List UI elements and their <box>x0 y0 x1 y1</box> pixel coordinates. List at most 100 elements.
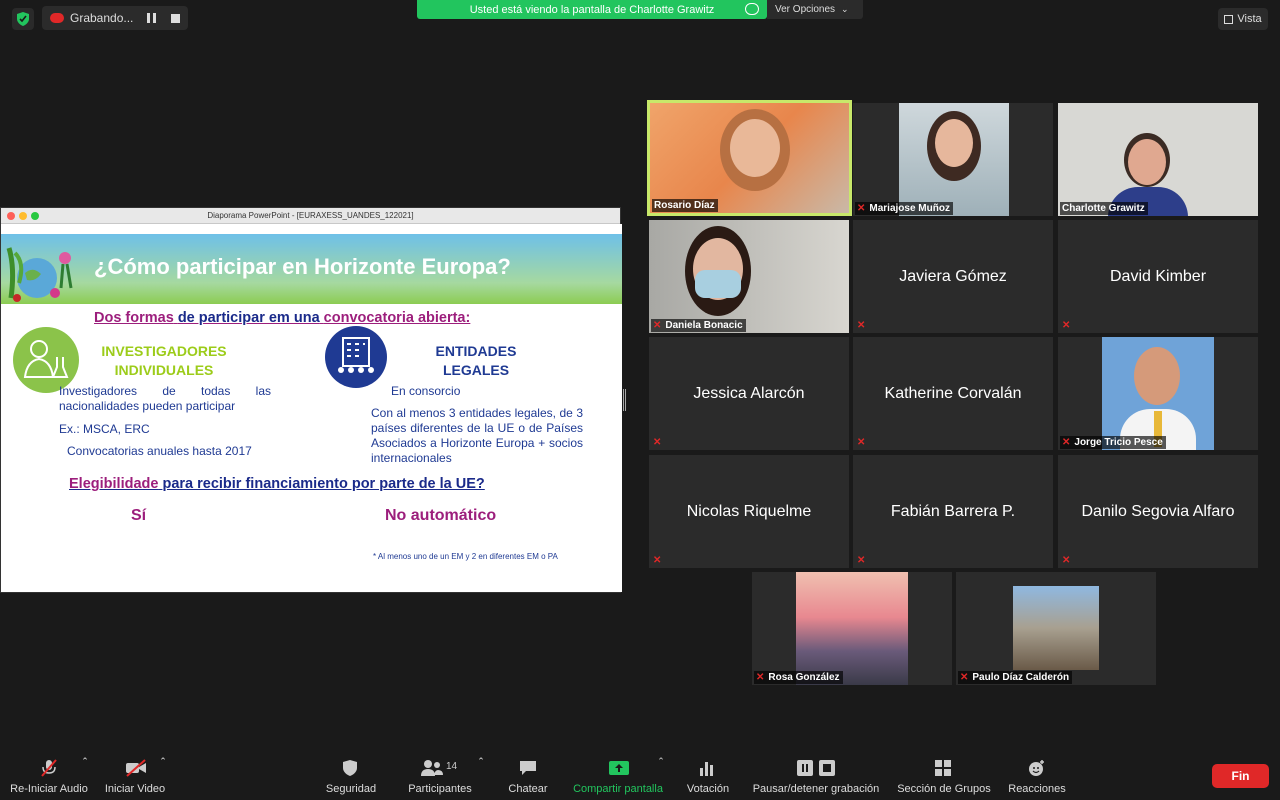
participant-name: Danilo Segovia Alfaro <box>1081 502 1235 520</box>
participant-tile-jorge[interactable]: ✕ Jorge Tricio Pesce <box>1058 337 1258 450</box>
cloud-upload-icon <box>745 3 759 15</box>
minimize-window-icon[interactable] <box>19 212 27 220</box>
participant-tile-rosa[interactable]: ✕ Rosa González <box>752 572 952 685</box>
participant-tile-david[interactable]: David Kimber ✕ <box>1058 220 1258 333</box>
slide-title: ¿Cómo participar en Horizonte Europa? <box>94 254 511 279</box>
pause-stop-icon <box>795 759 837 777</box>
grid-rooms-icon <box>934 759 954 777</box>
mic-muted-icon: ✕ <box>857 555 866 566</box>
mic-muted-icon: ✕ <box>653 437 662 448</box>
audio-options-caret[interactable]: ⌃ <box>80 752 90 772</box>
participant-name: Daniela Bonacic <box>665 320 743 331</box>
participant-label: ✕ Daniela Bonacic <box>651 319 746 332</box>
participants-count: 14 <box>446 761 458 772</box>
mic-muted-icon: ✕ <box>756 672 765 683</box>
participant-label: Charlotte Grawitz <box>1060 202 1148 215</box>
participants-button[interactable]: 14 Participantes <box>400 752 480 800</box>
share-label: Compartir pantalla <box>573 783 663 795</box>
maximize-window-icon[interactable] <box>31 212 39 220</box>
mic-muted-icon: ✕ <box>653 555 662 566</box>
end-meeting-button[interactable]: Fin <box>1212 764 1269 788</box>
slide-window-title: Diaporama PowerPoint - [EURAXESS_UANDES_… <box>207 211 414 220</box>
split-view-resize-handle[interactable] <box>623 389 626 411</box>
stop-recording-button[interactable] <box>171 13 180 23</box>
view-button[interactable]: Vista <box>1218 8 1268 30</box>
participant-tile-jessica[interactable]: Jessica Alarcón ✕ <box>649 337 849 450</box>
meeting-toolbar: Re-Iniciar Audio ⌃ Iniciar Video ⌃ Segur… <box>0 752 1280 800</box>
legal-entities-icon <box>325 326 387 388</box>
participant-video <box>1013 586 1099 670</box>
share-screen-icon <box>608 759 629 777</box>
reactions-label: Reacciones <box>1008 783 1066 795</box>
person-face <box>1128 139 1166 185</box>
poll-button[interactable]: Votación <box>680 752 736 800</box>
shield-icon <box>341 759 361 777</box>
participant-name: Rosa González <box>768 672 840 683</box>
powerpoint-titlebar: Diaporama PowerPoint - [EURAXESS_UANDES_… <box>1 208 620 224</box>
participant-tile-javiera[interactable]: Javiera Gómez ✕ <box>853 220 1053 333</box>
globe-plants-illustration <box>6 247 73 302</box>
participant-tile-nicolas[interactable]: Nicolas Riquelme ✕ <box>649 455 849 568</box>
participant-tile-mariajose[interactable]: ✕ Mariajose Muñoz <box>853 103 1053 216</box>
share-options-caret[interactable]: ⌃ <box>656 752 666 772</box>
smiley-plus-icon <box>1027 759 1047 777</box>
pause-recording-button[interactable] <box>147 13 157 23</box>
participant-name: Katherine Corvalán <box>884 384 1022 402</box>
screen-share-banner: Usted está viendo la pantalla de Charlot… <box>417 0 767 19</box>
person-face <box>730 119 780 177</box>
participant-tile-paulo[interactable]: ✕ Paulo Díaz Calderón <box>956 572 1156 685</box>
chat-bubble-icon <box>518 759 538 777</box>
eligibility-part-a: Elegibilidade <box>69 476 159 492</box>
participant-name: Paulo Díaz Calderón <box>972 672 1070 683</box>
view-options-dropdown[interactable]: Ver Opciones ⌄ <box>767 0 863 19</box>
subtitle-part-a: Dos formas <box>94 310 174 326</box>
grid-view-icon <box>1224 14 1234 24</box>
mic-muted-icon: ✕ <box>857 320 866 331</box>
person-face <box>935 119 973 167</box>
view-options-label: Ver Opciones <box>775 4 836 15</box>
participant-video <box>796 572 908 685</box>
participant-name: Javiera Gómez <box>899 267 1007 285</box>
slide-subtitle: Dos formas de participar em una convocat… <box>94 310 470 326</box>
microphone-muted-icon <box>39 759 59 777</box>
video-options-caret[interactable]: ⌃ <box>158 752 168 772</box>
share-banner-text: Usted está viendo la pantalla de Charlot… <box>469 3 715 16</box>
participant-name: David Kimber <box>1109 267 1207 285</box>
person-face <box>1134 347 1180 405</box>
security-button[interactable]: Seguridad <box>320 752 382 800</box>
mic-muted-icon: ✕ <box>653 320 662 331</box>
bar-chart-icon <box>698 759 718 777</box>
participant-label: ✕ Jorge Tricio Pesce <box>1060 436 1166 449</box>
participant-tile-fabian[interactable]: Fabián Barrera P. ✕ <box>853 455 1053 568</box>
security-shield-icon[interactable] <box>12 8 34 30</box>
breakout-rooms-button[interactable]: Sección de Grupos <box>894 752 994 800</box>
participant-tile-katherine[interactable]: Katherine Corvalán ✕ <box>853 337 1053 450</box>
participant-label: ✕ Paulo Díaz Calderón <box>958 671 1073 684</box>
mic-muted-icon: ✕ <box>1062 437 1071 448</box>
participant-tile-danilo[interactable]: Danilo Segovia Alfaro ✕ <box>1058 455 1258 568</box>
legal-entities-heading: ENTIDADES LEGALES <box>435 343 517 378</box>
participant-name: Mariajose Muñoz <box>869 203 950 214</box>
participant-tile-rosario[interactable]: Rosario Díaz <box>647 100 852 216</box>
participant-label: ✕ Rosa González <box>754 671 843 684</box>
view-label: Vista <box>1237 13 1262 25</box>
participants-options-caret[interactable]: ⌃ <box>476 752 486 772</box>
groups-label: Sección de Grupos <box>897 783 991 795</box>
chat-label: Chatear <box>508 783 548 795</box>
participant-name: Jessica Alarcón <box>693 384 805 402</box>
participant-tile-daniela[interactable]: ✕ Daniela Bonacic <box>649 220 849 333</box>
face-mask <box>695 270 741 298</box>
close-window-icon[interactable] <box>7 212 15 220</box>
record-label: Pausar/detener grabación <box>752 783 880 795</box>
audio-label: Re-Iniciar Audio <box>10 783 88 795</box>
participant-name: Jorge Tricio Pesce <box>1074 437 1163 448</box>
mic-muted-icon: ✕ <box>857 203 866 214</box>
reinit-audio-button[interactable]: Re-Iniciar Audio <box>8 752 90 800</box>
pause-stop-recording-button[interactable]: Pausar/detener grabación <box>748 752 884 800</box>
share-screen-button[interactable]: Compartir pantalla <box>568 752 668 800</box>
participant-tile-charlotte[interactable]: Charlotte Grawitz <box>1058 103 1258 216</box>
reactions-button[interactable]: Reacciones <box>1004 752 1070 800</box>
subtitle-part-b: de participar em una <box>177 310 320 326</box>
recording-indicator: Grabando... <box>42 6 188 30</box>
chat-button[interactable]: Chatear <box>500 752 556 800</box>
